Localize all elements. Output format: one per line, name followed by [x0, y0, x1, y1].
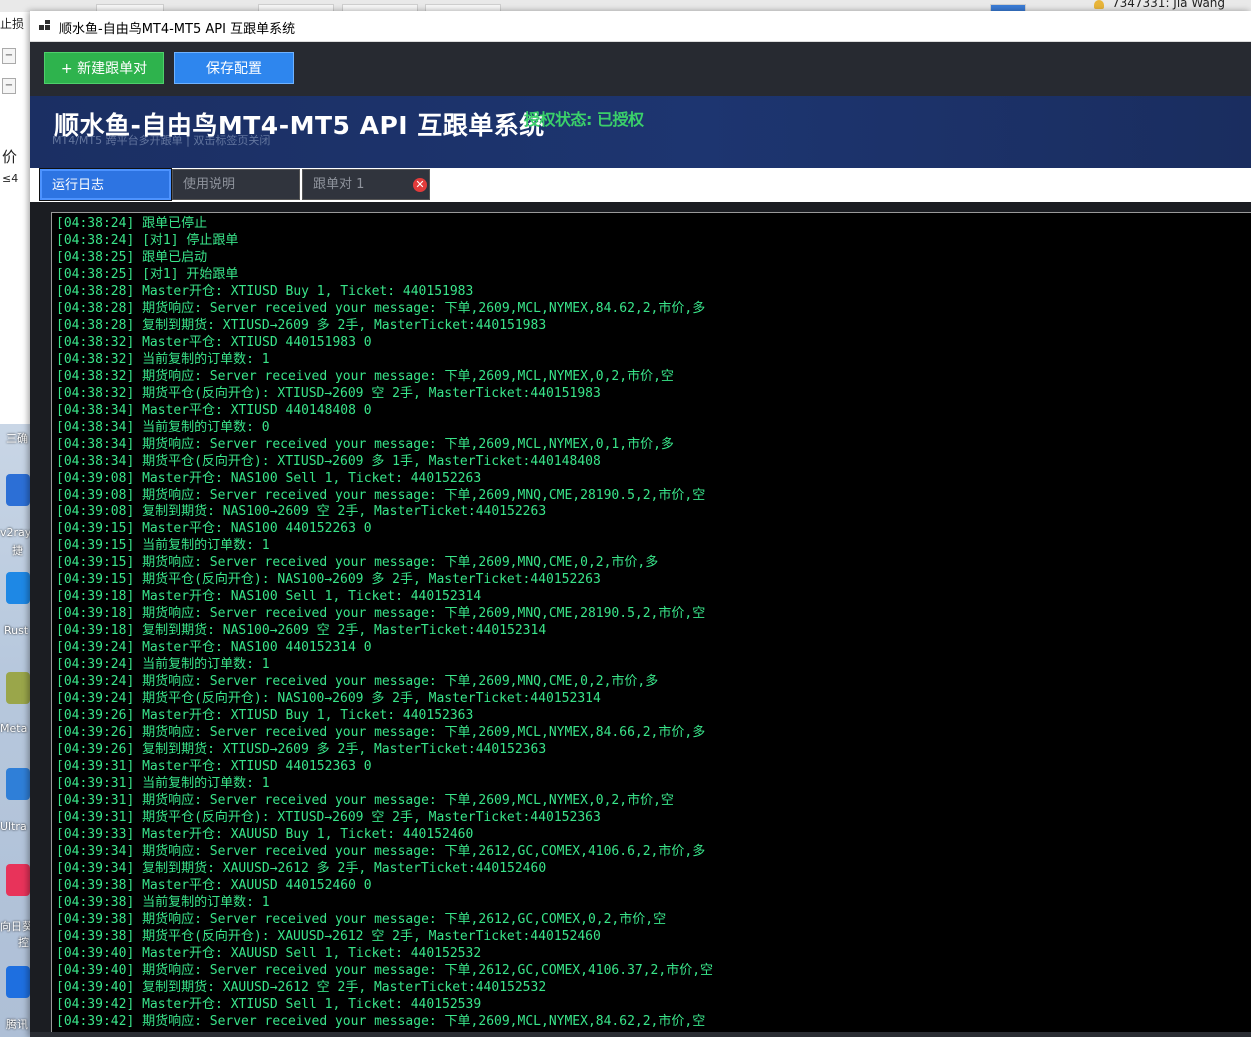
log-line: [04:38:34] 期货响应: Server received your me… — [56, 436, 674, 452]
background-left-pane: 止损 − − 价 ≤4 — [0, 12, 31, 424]
v2ray-icon[interactable] — [6, 474, 30, 506]
log-line: [04:39:34] 复制到期货: XAUUSD→2612 多 2手, Mast… — [56, 860, 547, 876]
save-config-button[interactable]: 保存配置 — [174, 52, 294, 84]
log-line: [04:39:40] Master开仓: XAUUSD Sell 1, Tick… — [56, 945, 482, 961]
tab-instructions[interactable]: 使用说明 — [172, 169, 300, 200]
log-line: [04:39:18] Master开仓: NAS100 Sell 1, Tick… — [56, 589, 482, 605]
log-line: [04:39:38] Master平仓: XAUUSD 440152460 0 — [56, 877, 372, 893]
log-line: [04:38:34] 当前复制的订单数: 0 — [56, 419, 270, 435]
desktop-icon-label: 腾讯 — [6, 1018, 28, 1031]
tab-strip: 运行日志 使用说明 跟单对 1 ✕ — [30, 168, 1251, 202]
metatrader-icon[interactable] — [6, 672, 30, 704]
log-line: [04:39:31] 当前复制的订单数: 1 — [56, 775, 270, 791]
banner-title: 顺水鱼-自由鸟MT4-MT5 API 互跟单系统 — [54, 111, 545, 140]
tab-pair-1-label: 跟单对 1 — [313, 177, 365, 192]
log-line: [04:39:08] 复制到期货: NAS100→2609 空 2手, Mast… — [56, 504, 547, 520]
log-line: [04:39:38] 期货响应: Server received your me… — [56, 911, 667, 927]
log-line: [04:39:08] 期货响应: Server received your me… — [56, 487, 706, 503]
log-lines: [04:38:24] 跟单已停止 [04:38:24] [对1] 停止跟单 [04:… — [52, 213, 1251, 1031]
sunlogin-icon[interactable] — [6, 864, 30, 896]
background-minus-button: − — [2, 78, 16, 94]
log-line: [04:39:40] 期货响应: Server received your me… — [56, 962, 714, 978]
log-line: [04:39:38] 当前复制的订单数: 1 — [56, 894, 270, 910]
log-line: [04:39:15] Master平仓: NAS100 440152263 0 — [56, 521, 372, 537]
desktop-icon-label: Meta — [0, 722, 28, 735]
log-line: [04:39:24] Master平仓: NAS100 440152314 0 — [56, 640, 372, 656]
log-line: [04:39:31] Master平仓: XTIUSD 440152363 0 — [56, 759, 372, 774]
log-line: [04:39:24] 期货平仓(反向开仓): NAS100→2609 多 2手,… — [56, 691, 601, 707]
license-status: 授权状态: 已授权 — [524, 110, 644, 129]
log-line: [04:39:42] 期货响应: Server received your me… — [56, 1013, 706, 1029]
log-line: [04:39:15] 期货响应: Server received your me… — [56, 555, 659, 571]
tencent-meeting-icon[interactable] — [6, 966, 30, 998]
close-icon[interactable]: ✕ — [413, 178, 427, 192]
log-line: [04:39:26] Master开仓: XTIUSD Buy 1, Ticke… — [56, 708, 474, 724]
log-line: [04:38:25] 跟单已启动 — [56, 249, 208, 265]
log-line: [04:39:34] 期货响应: Server received your me… — [56, 843, 706, 859]
log-line: [04:39:08] Master开仓: NAS100 Sell 1, Tick… — [56, 470, 482, 486]
background-text: 止损 — [0, 17, 25, 31]
log-line: [04:38:28] 期货响应: Server received your me… — [56, 300, 706, 316]
app-grid-icon — [39, 20, 51, 32]
log-line: [04:38:32] 期货响应: Server received your me… — [56, 368, 674, 384]
log-panel: [04:38:24] 跟单已停止 [04:38:24] [对1] 停止跟单 [04:… — [30, 202, 1251, 1037]
log-line: [04:38:34] Master平仓: XTIUSD 440148408 0 — [56, 402, 372, 418]
desktop-icon-label: 控 — [18, 936, 29, 949]
log-line: [04:39:33] Master开仓: XAUUSD Buy 1, Ticke… — [56, 826, 474, 842]
desktop-icon-label: 捷 — [12, 544, 23, 557]
log-line: [04:38:28] Master开仓: XTIUSD Buy 1, Ticke… — [56, 283, 474, 299]
window-title: 顺水鱼-自由鸟MT4-MT5 API 互跟单系统 — [59, 22, 296, 37]
new-pair-button[interactable]: + 新建跟单对 — [44, 52, 164, 84]
log-line: [04:39:26] 期货响应: Server received your me… — [56, 725, 706, 741]
background-user-label: 7347331: Jia Wang — [1112, 0, 1226, 10]
log-line: [04:38:24] [对1] 停止跟单 — [56, 232, 239, 248]
toolbar: + 新建跟单对 保存配置 — [30, 42, 1251, 96]
tab-run-log[interactable]: 运行日志 — [39, 168, 172, 201]
title-bar[interactable]: 顺水鱼-自由鸟MT4-MT5 API 互跟单系统 — [30, 11, 1251, 42]
log-line: [04:39:15] 期货平仓(反向开仓): NAS100→2609 多 2手,… — [56, 572, 601, 588]
log-line: [04:38:25] [对1] 开始跟单 — [56, 266, 239, 282]
log-line: [04:38:32] 当前复制的订单数: 1 — [56, 351, 270, 367]
bottom-edge — [30, 1032, 1251, 1037]
desktop-area: 三确 v2ray 捷 Rust Meta Ultra 向日葵 控 腾讯 — [0, 424, 33, 1037]
log-line: [04:39:24] 当前复制的订单数: 1 — [56, 657, 270, 673]
ultraviewer-icon[interactable] — [6, 768, 30, 800]
app-window: 顺水鱼-自由鸟MT4-MT5 API 互跟单系统 + 新建跟单对 保存配置 MT… — [30, 11, 1251, 1037]
log-line: [04:39:15] 当前复制的订单数: 1 — [56, 538, 270, 554]
log-line: [04:38:34] 期货平仓(反向开仓): XTIUSD→2609 多 1手,… — [56, 453, 601, 469]
background-minus-button: − — [2, 48, 16, 64]
log-line: [04:39:24] 期货响应: Server received your me… — [56, 674, 659, 690]
desktop-icon-label: Ultra — [0, 820, 27, 833]
log-line: [04:38:32] 期货平仓(反向开仓): XTIUSD→2609 空 2手,… — [56, 385, 601, 401]
background-text: ≤4 — [2, 172, 19, 185]
log-output[interactable]: [04:38:24] 跟单已停止 [04:38:24] [对1] 停止跟单 [04:… — [51, 212, 1251, 1034]
log-line: [04:39:38] 期货平仓(反向开仓): XAUUSD→2612 空 2手,… — [56, 928, 601, 944]
tab-pair-1[interactable]: 跟单对 1 ✕ — [302, 169, 430, 200]
log-line: [04:39:26] 复制到期货: XTIUSD→2609 多 2手, Mast… — [56, 742, 547, 758]
log-line: [04:38:32] Master平仓: XTIUSD 440151983 0 — [56, 334, 372, 350]
log-line: [04:38:24] 跟单已停止 — [56, 216, 208, 231]
desktop-icon-label: 向日葵 — [0, 920, 33, 933]
desktop-text: 三确 — [6, 432, 28, 445]
header-banner: MT4/MT5 跨平台多开跟单 | 双击标签页关闭 顺水鱼-自由鸟MT4-MT5… — [30, 96, 1251, 170]
rustdesk-icon[interactable] — [6, 572, 30, 604]
log-line: [04:39:31] 期货平仓(反向开仓): XTIUSD→2609 空 2手,… — [56, 809, 601, 825]
desktop-icon-label: Rust — [4, 624, 29, 637]
log-line: [04:39:18] 期货响应: Server received your me… — [56, 606, 706, 622]
log-line: [04:39:31] 期货响应: Server received your me… — [56, 792, 674, 808]
log-line: [04:39:40] 复制到期货: XAUUSD→2612 空 2手, Mast… — [56, 979, 547, 995]
log-line: [04:38:28] 复制到期货: XTIUSD→2609 多 2手, Mast… — [56, 317, 547, 333]
log-line: [04:39:42] Master开仓: XTIUSD Sell 1, Tick… — [56, 996, 482, 1012]
log-line: [04:39:18] 复制到期货: NAS100→2609 空 2手, Mast… — [56, 623, 547, 639]
user-icon — [1094, 0, 1104, 9]
desktop-icon-label: v2ray — [0, 526, 32, 539]
background-text: 价 — [2, 148, 18, 166]
